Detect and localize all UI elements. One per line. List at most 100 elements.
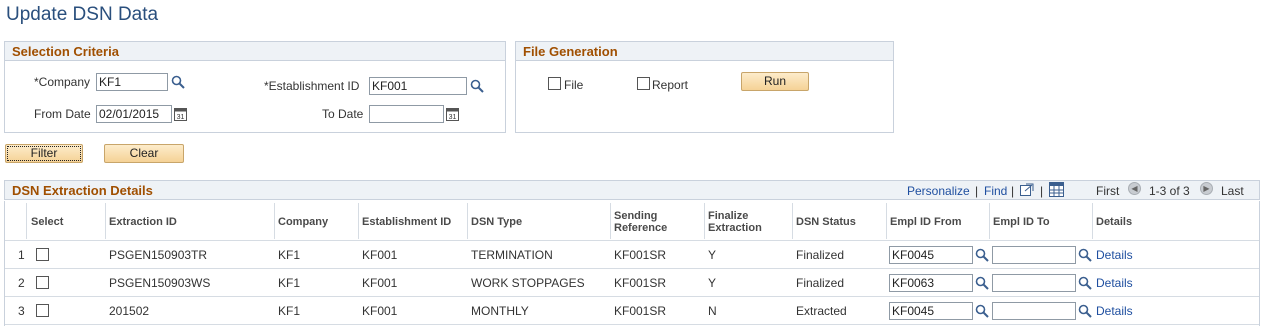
col-details: Details bbox=[1096, 216, 1133, 228]
row-divider bbox=[5, 324, 1259, 325]
cell-sending-reference: KF001SR bbox=[614, 276, 667, 290]
from-date-input[interactable]: 02/01/2015 bbox=[96, 105, 172, 123]
empl-id-from-lookup-icon[interactable] bbox=[975, 248, 989, 262]
col-company: Company bbox=[278, 216, 329, 228]
col-divider bbox=[467, 203, 468, 239]
col-empl-id-from: Empl ID From bbox=[890, 216, 962, 228]
empl-id-from-input[interactable]: KF0045 bbox=[889, 302, 973, 320]
cell-dsn-type: TERMINATION bbox=[471, 248, 553, 262]
table-row: 1 PSGEN150903TR KF1 KF001 TERMINATION KF… bbox=[5, 241, 1259, 268]
row-select-checkbox[interactable] bbox=[36, 276, 49, 289]
cell-finalize: Y bbox=[708, 276, 717, 290]
empl-id-to-input[interactable] bbox=[992, 274, 1076, 292]
download-excel-icon[interactable] bbox=[1049, 182, 1064, 197]
company-lookup-icon[interactable] bbox=[171, 75, 185, 89]
from-date-calendar-icon[interactable] bbox=[174, 107, 187, 121]
establishment-input[interactable]: KF001 bbox=[369, 77, 467, 95]
col-dsn-type: DSN Type bbox=[471, 216, 523, 228]
col-empl-id-to: Empl ID To bbox=[993, 216, 1050, 228]
to-date-input[interactable] bbox=[369, 105, 444, 123]
file-label: File bbox=[564, 78, 584, 92]
cell-extraction-id: PSGEN150903TR bbox=[109, 248, 208, 262]
row-number: 3 bbox=[18, 304, 25, 318]
personalize-link[interactable]: Personalize bbox=[907, 184, 970, 198]
col-sending-reference: Sending Reference bbox=[614, 210, 668, 234]
grid-title-bar: DSN Extraction Details bbox=[4, 180, 1260, 200]
cell-sending-reference: KF001SR bbox=[614, 304, 667, 318]
filter-button[interactable]: Filter bbox=[5, 144, 83, 163]
cell-establishment-id: KF001 bbox=[362, 276, 398, 290]
report-checkbox[interactable] bbox=[637, 77, 650, 90]
col-divider bbox=[886, 203, 887, 239]
first-label: First bbox=[1096, 184, 1120, 198]
establishment-label: *Establishment ID bbox=[264, 79, 360, 93]
col-dsn-status: DSN Status bbox=[796, 216, 856, 228]
company-input[interactable]: KF1 bbox=[96, 73, 168, 91]
cell-establishment-id: KF001 bbox=[362, 304, 398, 318]
cell-dsn-type: WORK STOPPAGES bbox=[471, 276, 585, 290]
from-date-label: From Date bbox=[34, 107, 91, 121]
row-number: 1 bbox=[18, 248, 25, 262]
to-date-calendar-icon[interactable] bbox=[446, 107, 459, 121]
nav-separator-2: | bbox=[1011, 184, 1015, 198]
col-select: Select bbox=[31, 216, 64, 228]
empl-id-to-input[interactable] bbox=[992, 246, 1076, 264]
find-link[interactable]: Find bbox=[984, 184, 1007, 198]
cell-dsn-status: Finalized bbox=[796, 248, 845, 262]
cell-finalize: N bbox=[708, 304, 717, 318]
col-establishment-id: Establishment ID bbox=[362, 216, 452, 228]
nav-separator-1: | bbox=[975, 184, 979, 198]
row-number: 2 bbox=[18, 276, 25, 290]
cell-dsn-status: Finalized bbox=[796, 276, 845, 290]
empl-id-from-input[interactable]: KF0063 bbox=[889, 274, 973, 292]
row-range: 1-3 of 3 bbox=[1149, 184, 1190, 198]
col-divider bbox=[26, 203, 27, 239]
file-generation-title: File Generation bbox=[516, 42, 893, 61]
col-divider bbox=[1092, 203, 1093, 239]
empl-id-from-lookup-icon[interactable] bbox=[975, 276, 989, 290]
row-select-checkbox[interactable] bbox=[36, 304, 49, 317]
page-title: Update DSN Data bbox=[6, 4, 159, 25]
cell-finalize: Y bbox=[708, 248, 717, 262]
details-link[interactable]: Details bbox=[1096, 248, 1133, 262]
next-arrow-icon: ▶ bbox=[1200, 182, 1213, 195]
company-label: *Company bbox=[34, 75, 91, 89]
cell-sending-reference: KF001SR bbox=[614, 248, 667, 262]
previous-arrow-icon: ◀ bbox=[1128, 182, 1141, 195]
empl-id-from-input[interactable]: KF0045 bbox=[889, 246, 973, 264]
zoom-grid-icon[interactable] bbox=[1020, 183, 1034, 196]
col-finalize-extraction: Finalize Extraction bbox=[708, 210, 762, 234]
empl-id-to-lookup-icon[interactable] bbox=[1078, 304, 1092, 318]
empl-id-to-lookup-icon[interactable] bbox=[1078, 276, 1092, 290]
table-row: 2 PSGEN150903WS KF1 KF001 WORK STOPPAGES… bbox=[5, 269, 1259, 296]
clear-button[interactable]: Clear bbox=[104, 144, 184, 163]
row-select-checkbox[interactable] bbox=[36, 248, 49, 261]
col-divider bbox=[704, 203, 705, 239]
selection-criteria-title: Selection Criteria bbox=[5, 42, 505, 61]
cell-company: KF1 bbox=[278, 276, 301, 290]
col-divider bbox=[358, 203, 359, 239]
details-link[interactable]: Details bbox=[1096, 276, 1133, 290]
empl-id-to-input[interactable] bbox=[992, 302, 1076, 320]
file-checkbox[interactable] bbox=[548, 77, 561, 90]
col-divider bbox=[610, 203, 611, 239]
cell-company: KF1 bbox=[278, 304, 301, 318]
cell-extraction-id: PSGEN150903WS bbox=[109, 276, 211, 290]
empl-id-from-lookup-icon[interactable] bbox=[975, 304, 989, 318]
cell-establishment-id: KF001 bbox=[362, 248, 398, 262]
last-label: Last bbox=[1221, 184, 1244, 198]
col-divider bbox=[105, 203, 106, 239]
nav-separator-3: | bbox=[1040, 184, 1044, 198]
cell-extraction-id: 201502 bbox=[109, 304, 150, 318]
details-link[interactable]: Details bbox=[1096, 304, 1133, 318]
empl-id-to-lookup-icon[interactable] bbox=[1078, 248, 1092, 262]
establishment-lookup-icon[interactable] bbox=[470, 79, 484, 93]
cell-dsn-type: MONTHLY bbox=[471, 304, 529, 318]
run-button[interactable]: Run bbox=[741, 72, 809, 91]
cell-dsn-status: Extracted bbox=[796, 304, 847, 318]
col-divider bbox=[792, 203, 793, 239]
to-date-label: To Date bbox=[322, 107, 364, 121]
col-extraction-id: Extraction ID bbox=[109, 216, 177, 228]
report-label: Report bbox=[652, 78, 689, 92]
cell-company: KF1 bbox=[278, 248, 301, 262]
